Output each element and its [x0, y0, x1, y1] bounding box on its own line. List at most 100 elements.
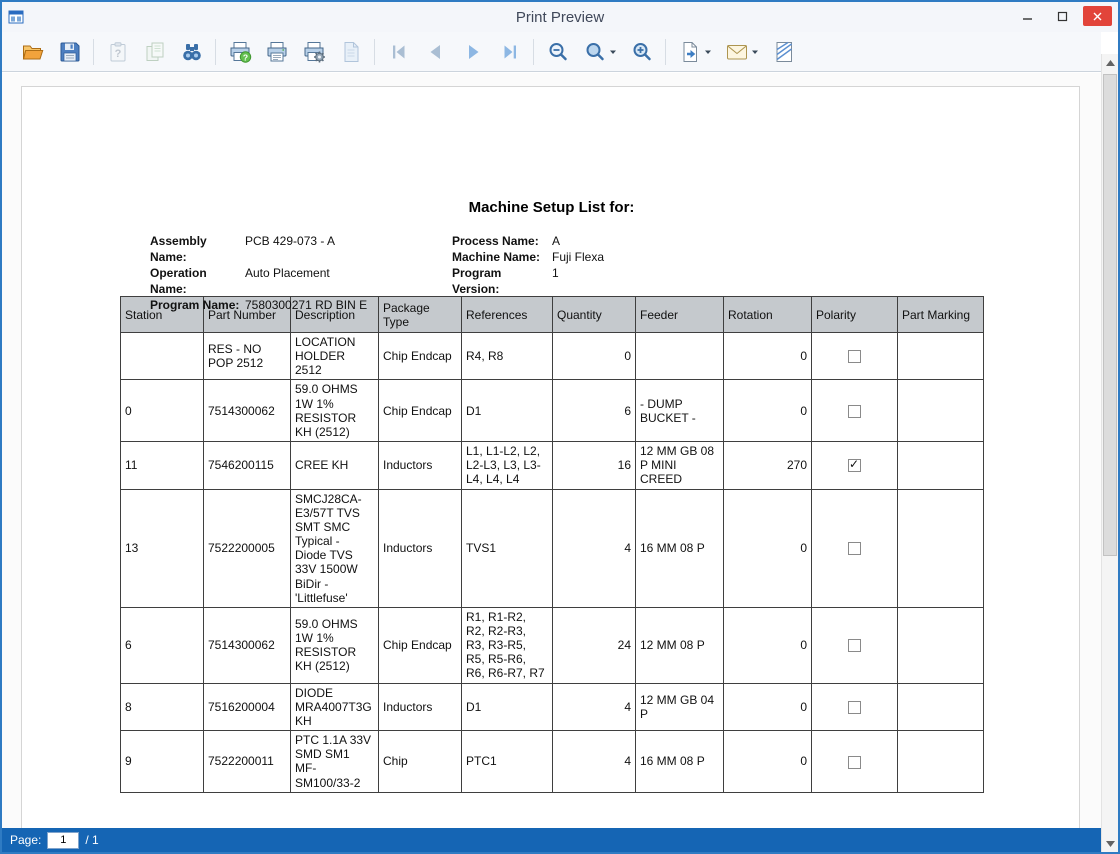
polarity-cell — [812, 380, 898, 442]
station-cell: 13 — [121, 489, 204, 607]
page-setup-button[interactable] — [332, 36, 369, 68]
last-page-button[interactable] — [491, 36, 528, 68]
description-cell: DIODE MRA4007T3G KH — [291, 683, 379, 730]
last-page-icon — [498, 40, 522, 64]
station-cell: 8 — [121, 683, 204, 730]
description-cell: SMCJ28CA-E3/57T TVS SMT SMC Typical - Di… — [291, 489, 379, 607]
previous-page-button[interactable] — [417, 36, 454, 68]
quantity-cell: 4 — [553, 731, 636, 793]
setup-table-body: RES - NO POP 2512LOCATION HOLDER 2512Chi… — [121, 333, 984, 793]
feeder-cell: - DUMP BUCKET - — [636, 380, 724, 442]
package-type-cell: Chip — [379, 731, 462, 793]
part-number-cell: 7514300062 — [204, 380, 291, 442]
export-icon — [678, 40, 702, 64]
polarity-cell — [812, 607, 898, 683]
page-setup-icon — [339, 40, 363, 64]
polarity-cell — [812, 442, 898, 489]
window-title: Print Preview — [2, 9, 1118, 26]
assembly-name-value: PCB 429-073 - A — [245, 233, 335, 265]
process-name-value: A — [552, 233, 560, 249]
watermark-button[interactable] — [765, 36, 802, 68]
zoom-in-icon — [630, 40, 654, 64]
maximize-button[interactable] — [1048, 6, 1077, 26]
package-type-cell: Inductors — [379, 442, 462, 489]
references-cell: TVS1 — [462, 489, 553, 607]
app-icon — [8, 9, 24, 25]
part-number-cell: 7516200004 — [204, 683, 291, 730]
polarity-checkbox — [848, 542, 861, 555]
toolbar: ? — [2, 32, 1101, 72]
zoom-button[interactable] — [576, 36, 623, 68]
process-name-label: Process Name: — [452, 233, 552, 249]
titlebar: Print Preview — [2, 2, 1118, 32]
rotation-cell: 0 — [724, 607, 812, 683]
package-type-cell: Inductors — [379, 489, 462, 607]
feeder-cell: 12 MM 08 P — [636, 607, 724, 683]
zoom-icon — [583, 40, 607, 64]
dropdown-caret-icon — [609, 49, 617, 55]
email-button[interactable] — [718, 36, 765, 68]
part-number-cell: 7522200005 — [204, 489, 291, 607]
rotation-cell: 0 — [724, 683, 812, 730]
scrollbar-thumb[interactable] — [1103, 74, 1117, 556]
save-button[interactable] — [51, 36, 88, 68]
print-button[interactable] — [258, 36, 295, 68]
printer-status-icon: ? — [228, 40, 252, 64]
table-row: RES - NO POP 2512LOCATION HOLDER 2512Chi… — [121, 333, 984, 380]
meta-right-block: Process Name:A Machine Name:Fuji Flexa P… — [452, 233, 604, 297]
vertical-scrollbar[interactable] — [1101, 54, 1118, 852]
document-area: Machine Setup List for: Assembly Name:PC… — [2, 73, 1101, 828]
find-button[interactable] — [173, 36, 210, 68]
setup-table: StationPart NumberDescriptionPackage Typ… — [120, 296, 984, 793]
references-cell: R1, R1-R2, R2, R2-R3, R3, R3-R5, R5, R5-… — [462, 607, 553, 683]
quantity-cell: 16 — [553, 442, 636, 489]
rotation-cell: 0 — [724, 380, 812, 442]
print-settings-button[interactable] — [295, 36, 332, 68]
package-type-cell: Inductors — [379, 683, 462, 730]
export-button[interactable] — [671, 36, 718, 68]
part-marking-cell — [898, 683, 984, 730]
page-number-input[interactable] — [47, 832, 79, 849]
statusbar: Page: / 1 — [2, 828, 1101, 852]
app-window-icon — [8, 9, 24, 25]
polarity-checkbox — [848, 459, 861, 472]
svg-text:?: ? — [242, 52, 247, 62]
table-row: 87516200004DIODE MRA4007T3G KHInductorsD… — [121, 683, 984, 730]
polarity-cell — [812, 731, 898, 793]
scroll-down-button[interactable] — [1102, 835, 1118, 852]
table-row: 0751430006259.0 OHMS 1W 1% RESISTOR KH (… — [121, 380, 984, 442]
part-number-cell: 7546200115 — [204, 442, 291, 489]
page-label: Page: — [10, 833, 41, 847]
first-page-button[interactable] — [380, 36, 417, 68]
station-cell: 0 — [121, 380, 204, 442]
toolbar-separator — [215, 39, 216, 65]
zoom-in-button[interactable] — [623, 36, 660, 68]
window-controls — [1013, 6, 1112, 26]
part-marking-cell — [898, 333, 984, 380]
package-type-cell: Chip Endcap — [379, 380, 462, 442]
binoculars-icon — [180, 40, 204, 64]
quantity-cell: 4 — [553, 683, 636, 730]
clipboard-button[interactable]: ? — [99, 36, 136, 68]
package-type-cell: Chip Endcap — [379, 607, 462, 683]
operation-name-label: Operation Name: — [150, 265, 245, 297]
toolbar-separator — [374, 39, 375, 65]
email-icon — [725, 40, 749, 64]
close-button[interactable] — [1083, 6, 1112, 26]
report-title: Machine Setup List for: — [120, 199, 983, 216]
scroll-up-button[interactable] — [1102, 54, 1118, 71]
minimize-button[interactable] — [1013, 6, 1042, 26]
next-page-icon — [461, 40, 485, 64]
zoom-out-button[interactable] — [539, 36, 576, 68]
scroll-up-icon — [1106, 60, 1115, 66]
next-page-button[interactable] — [454, 36, 491, 68]
watermark-icon — [772, 40, 796, 64]
polarity-checkbox — [848, 701, 861, 714]
open-button[interactable] — [14, 36, 51, 68]
polarity-checkbox — [848, 405, 861, 418]
print-batch-button[interactable] — [136, 36, 173, 68]
print-status-button[interactable]: ? — [221, 36, 258, 68]
polarity-checkbox — [848, 350, 861, 363]
polarity-cell — [812, 683, 898, 730]
program-version-value: 1 — [552, 265, 559, 297]
